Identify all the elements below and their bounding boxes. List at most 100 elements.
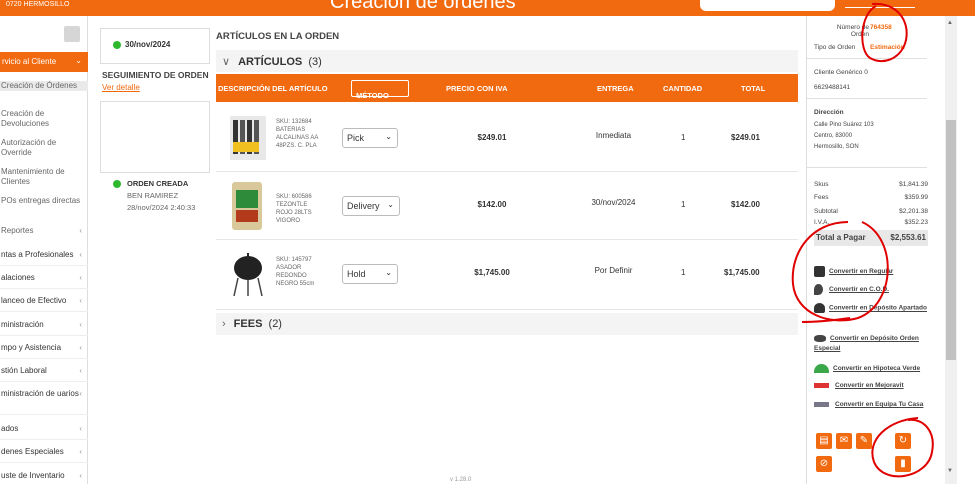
chevron-icon: ‹ <box>79 366 82 375</box>
grill-image <box>233 253 263 297</box>
trash-icon[interactable]: ▮ <box>895 456 911 472</box>
top-header: 0720 HERMOSILLO Creación de órdenes <box>0 0 975 16</box>
item-qty: 1 <box>681 133 686 142</box>
cancel-icon[interactable]: ⊘ <box>816 456 832 472</box>
chevron-down-icon: ∨ <box>222 56 231 68</box>
item-price: $1,745.00 <box>474 268 510 277</box>
sidebar-subitem-override[interactable]: Autorización de Override <box>0 138 88 158</box>
articles-accordion[interactable]: ∨ ARTÍCULOS (3) <box>216 50 798 72</box>
col-entrega: ENTREGA <box>597 84 634 93</box>
item-delivery: Por Definir <box>594 266 633 275</box>
page-title: Creación de órdenes <box>330 0 516 13</box>
sidebar-subitem-clientes[interactable]: Mantenimiento de Clientes <box>0 167 88 187</box>
fees-accordion[interactable]: › FEES (2) <box>216 313 798 335</box>
chevron-down-icon: ⌄ <box>385 268 392 277</box>
convert-equipa-link[interactable]: Convertir en Equipa Tu Casa <box>814 401 932 408</box>
sidebar-item-administracion[interactable]: ministración ‹ <box>0 320 88 336</box>
menu-toggle-button[interactable] <box>64 26 80 42</box>
convert-regular-link[interactable]: Convertir en Regular <box>814 266 932 277</box>
truck-icon <box>814 334 826 342</box>
vertical-scrollbar[interactable]: ▲ ▼ <box>944 16 975 484</box>
chevron-right-icon: › <box>222 318 226 330</box>
col-desc: DESCRIPCIÓN DEL ARTÍCULO <box>218 84 328 93</box>
order-number: 764358 <box>870 24 892 31</box>
sidebar-subitem-reportes[interactable]: Reportes ‹ <box>0 226 88 236</box>
order-summary-panel: Número de Orden 764358 Tipo de Orden Est… <box>806 16 935 484</box>
item-qty: 1 <box>681 268 686 277</box>
chevron-icon: ‹ <box>79 250 82 259</box>
convert-apartado-link[interactable]: Convertir en Depósito Apartado <box>814 303 932 314</box>
search-input[interactable] <box>700 0 835 11</box>
method-select[interactable]: Delivery ⌄ <box>342 196 400 216</box>
sidebar-item-instalaciones[interactable]: alaciones ‹ <box>0 273 88 289</box>
section-title: ARTÍCULOS EN LA ORDEN <box>216 31 340 42</box>
sidebar-subitem-pos[interactable]: POs entregas directas <box>0 196 88 206</box>
item-delivery: Inmediata <box>595 131 632 140</box>
sidebar-item-especiales[interactable]: denes Especiales ‹ <box>0 447 88 463</box>
refresh-icon[interactable]: ↻ <box>895 433 911 449</box>
sidebar-item-cliente[interactable]: rvicio al Cliente ⌄ <box>0 52 88 72</box>
table-header: DESCRIPCIÓN DEL ARTÍCULO MÉTODO ⌄ PRECIO… <box>216 74 798 102</box>
item-price: $249.01 <box>477 133 507 142</box>
item-price: $142.00 <box>477 200 507 209</box>
order-tracking: 30/nov/2024 SEGUIMIENTO DE ORDEN Ver det… <box>100 28 210 212</box>
convert-hipoteca-link[interactable]: Convertir en Hipoteca Verde <box>814 364 932 373</box>
method-select[interactable]: Pick ⌄ <box>342 128 398 148</box>
tracking-date: 30/nov/2024 <box>125 40 171 49</box>
method-dropdown-button[interactable]: MÉTODO ⌄ <box>351 80 409 100</box>
table-row: SKU: 132684 BATERIAS ALCALINAS AA 48PZS. … <box>216 102 798 172</box>
address-label: Dirección <box>814 109 844 116</box>
order-number-label: Número de Orden <box>836 24 869 38</box>
sidebar-subitem-creacion-ordenes[interactable]: Creación de Órdenes <box>0 81 88 91</box>
batteries-image <box>230 116 266 160</box>
customer-phone: 6629488141 <box>814 84 851 91</box>
printer-icon[interactable]: ▤ <box>816 433 832 449</box>
sidebar-item-usuarios[interactable]: ministración de uarios ‹ <box>0 389 88 415</box>
chevron-down-icon: ⌄ <box>75 56 82 65</box>
sidebar-subitem-devoluciones[interactable]: Creación de Devoluciones <box>0 109 88 129</box>
sidebar-item-laboral[interactable]: stión Laboral ‹ <box>0 366 88 382</box>
tracking-event-box: ORDEN CREADA BEN RAMIREZ 28/nov/2024 2:4… <box>100 101 210 212</box>
status-dot-icon <box>113 41 121 49</box>
scroll-up-icon[interactable]: ▲ <box>947 20 953 26</box>
convert-cod-link[interactable]: Convertir en C.O.D. <box>814 284 932 295</box>
store-name: 0720 HERMOSILLO <box>6 1 70 8</box>
tracking-title: SEGUIMIENTO DE ORDEN <box>102 70 209 80</box>
equipa-logo-icon <box>814 401 829 407</box>
user-menu[interactable] <box>845 0 915 8</box>
item-description: SKU: 132684 BATERIAS ALCALINAS AA 48PZS. … <box>276 119 319 149</box>
convert-orden-especial-link[interactable]: Convertir en Depósito Orden Especial <box>814 334 932 354</box>
mejoravit-logo-icon <box>814 382 829 388</box>
sidebar-item-tiempo[interactable]: mpo y Asistencia ‹ <box>0 343 88 359</box>
chevron-down-icon: ⌄ <box>356 91 363 100</box>
chevron-icon: ‹ <box>79 389 82 398</box>
sidebar-item-profesionales[interactable]: ntas a Profesionales ‹ <box>0 250 88 266</box>
chevron-icon: ‹ <box>79 320 82 329</box>
tracking-event: ORDEN CREADA <box>127 179 189 188</box>
pencil-icon[interactable]: ✎ <box>856 433 872 449</box>
mail-icon[interactable]: ✉ <box>836 433 852 449</box>
chevron-down-icon: ⌄ <box>387 200 394 209</box>
scroll-down-icon[interactable]: ▼ <box>947 468 953 474</box>
chevron-icon: ‹ <box>79 471 82 480</box>
app-version: v 1.28.0 <box>450 477 472 483</box>
bag-image <box>232 182 262 230</box>
address-line: Calle Pino Suárez 103 <box>814 122 874 128</box>
col-precio: PRECIO CON IVA <box>446 84 508 93</box>
summary-total: Total a Pagar $2,553.61 <box>814 230 928 246</box>
col-cantidad: CANTIDAD <box>663 84 703 93</box>
sidebar-item-inventario[interactable]: uste de Inventario ‹ <box>0 471 88 484</box>
order-type-label: Tipo de Orden <box>814 44 856 51</box>
table-row: SKU: 600586 TEZONTLE ROJO 28LTS VIGORO De… <box>216 172 798 240</box>
order-type: Estimación <box>870 44 905 51</box>
tracking-date-box: 30/nov/2024 <box>100 28 210 64</box>
convert-mejoravit-link[interactable]: Convertir en Mejoravit <box>814 382 932 389</box>
sidebar-item-balanceo[interactable]: lanceo de Efectivo ‹ <box>0 296 88 312</box>
method-select[interactable]: Hold ⌄ <box>342 264 398 284</box>
summary-iva: I.V.A. $352.23 <box>814 219 928 226</box>
view-detail-link[interactable]: Ver detalle <box>102 83 140 92</box>
chevron-icon: ‹ <box>79 447 82 456</box>
hipoteca-logo-icon <box>814 364 829 373</box>
scroll-thumb[interactable] <box>946 120 956 360</box>
sidebar-item-pedidos[interactable]: ados ‹ <box>0 424 88 440</box>
